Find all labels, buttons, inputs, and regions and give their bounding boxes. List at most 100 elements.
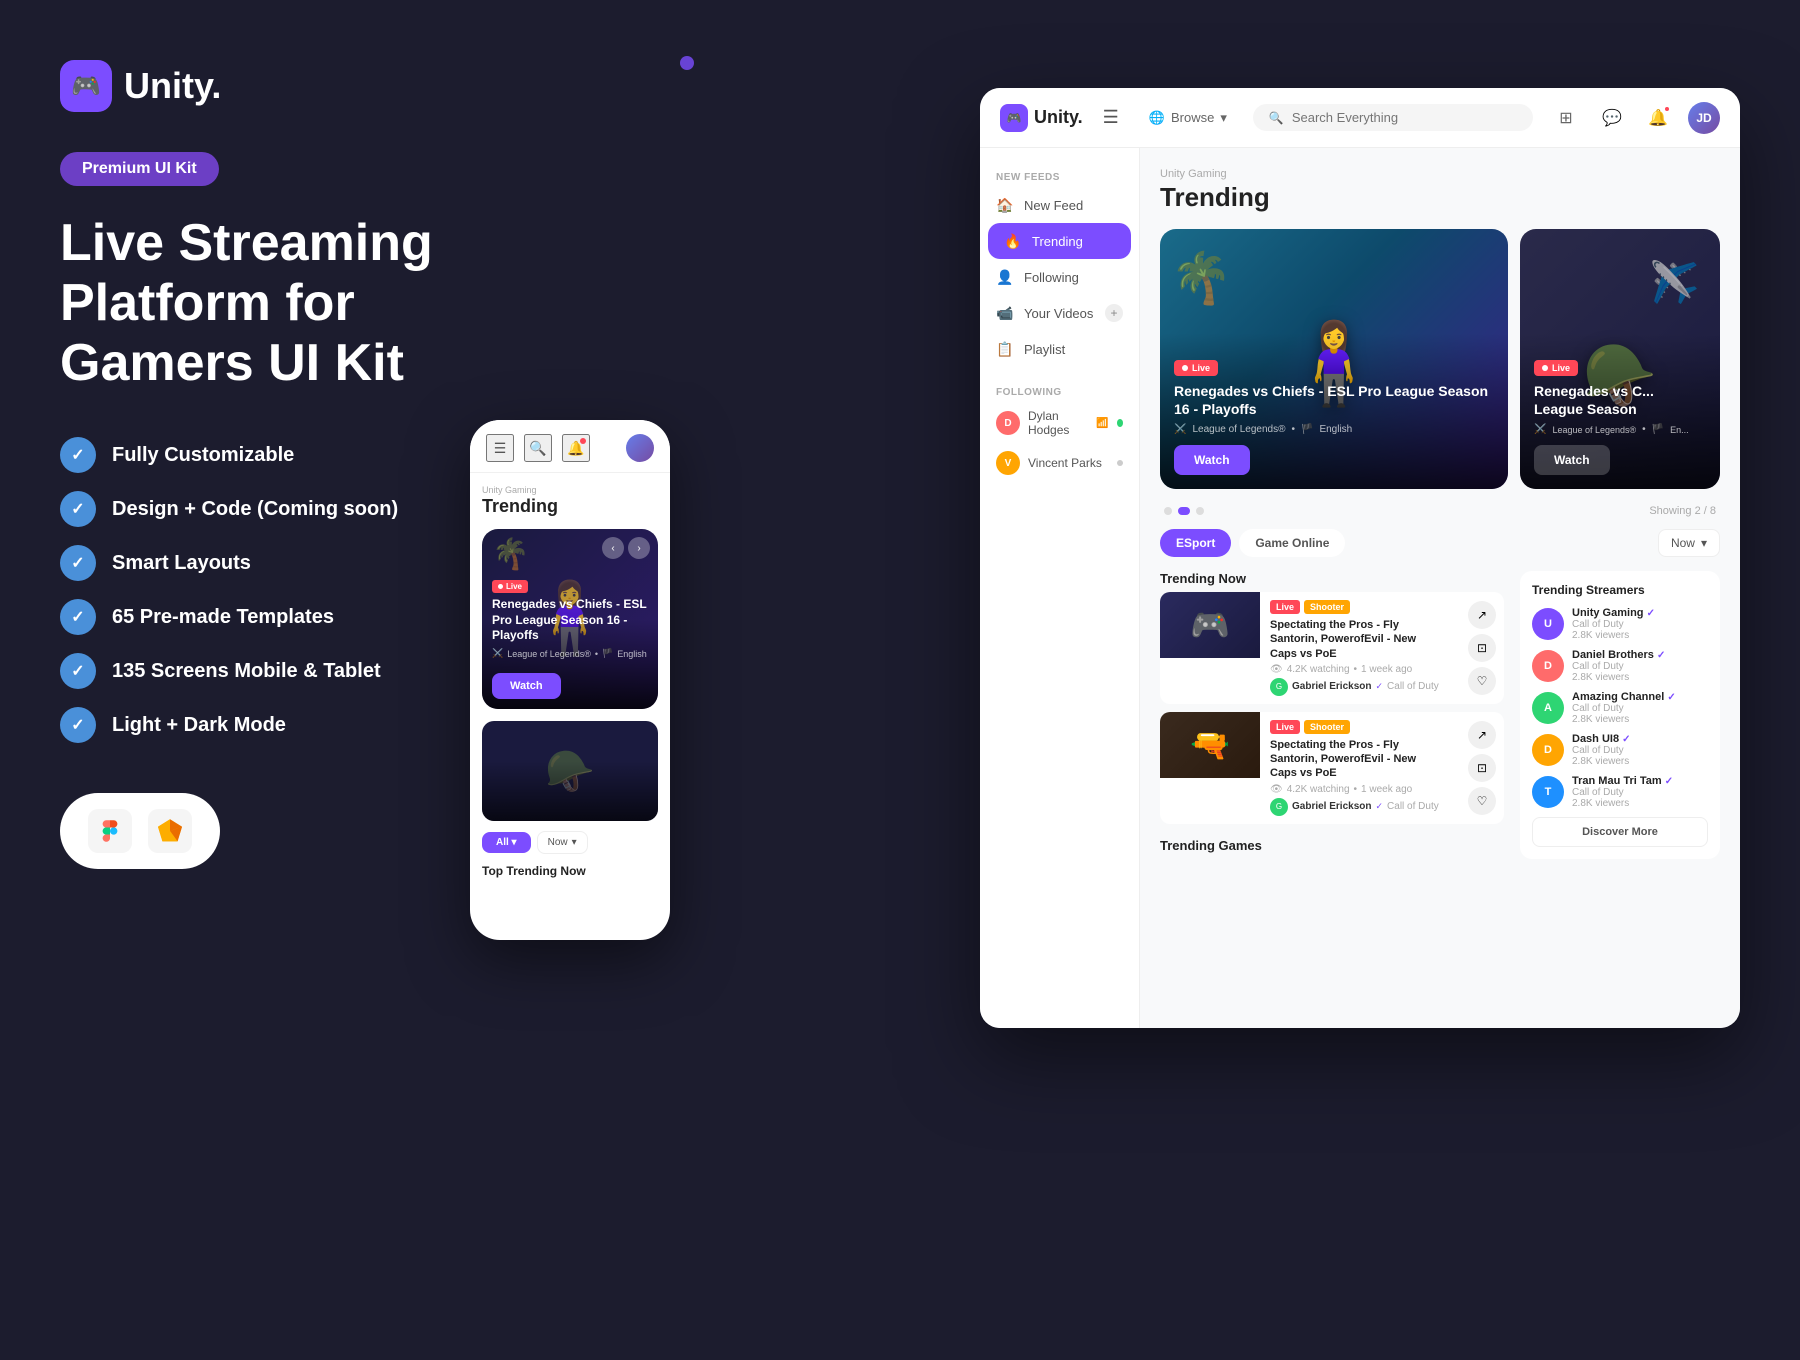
shooter-tag-2: Shooter <box>1304 720 1350 734</box>
app-logo-small: 🎮 Unity. <box>1000 104 1083 132</box>
mobile-prev-btn[interactable]: ‹ <box>602 537 624 559</box>
eye-icon-1: 👁 <box>1270 664 1283 675</box>
app-body: New Feeds 🏠 New Feed 🔥 Trending 👤 Follow… <box>980 148 1740 1028</box>
content-grid: Trending Now 🎮 Live Shooter <box>1160 571 1720 859</box>
trending-thumb-2: 🔫 <box>1160 712 1260 778</box>
streamer-row-2: G Gabriel Erickson ✓ Call of Duty <box>1270 798 1440 816</box>
streamer-1[interactable]: U Unity Gaming ✓ Call of Duty 2.8K viewe… <box>1532 607 1708 641</box>
feature-text-6: Light + Dark Mode <box>112 714 286 737</box>
streamer-name-tran: Tran Mau Tri Tam ✓ <box>1572 775 1708 787</box>
globe-icon: 🌐 <box>1149 110 1165 126</box>
hero-card-2[interactable]: ✈️ 🪖 Live Renegades vs C...League Season… <box>1520 229 1720 489</box>
main-content: Unity Gaming Trending 🌴 🧍‍♀️ Live Renega… <box>1140 148 1740 1028</box>
game-icon-1: ⚔️ <box>1174 424 1186 435</box>
hero-cards-container: 🌴 🧍‍♀️ Live Renegades vs Chiefs - ESL Pr… <box>1160 229 1720 489</box>
sidebar-item-your-videos[interactable]: 📹 Your Videos + <box>980 295 1139 331</box>
streamer-avatar-4: D <box>1532 734 1564 766</box>
mobile-hamburger[interactable]: ☰ <box>486 434 514 462</box>
mobile-watch-button[interactable]: Watch <box>492 673 561 699</box>
trending-item-content-2: Live Shooter Spectating the Pros - Fly S… <box>1270 712 1450 824</box>
home-icon: 🏠 <box>996 196 1014 214</box>
game-tag-2: Call of Duty <box>1387 801 1439 812</box>
filter-game-online[interactable]: Game Online <box>1239 529 1345 557</box>
sidebar-item-playlist[interactable]: 📋 Playlist <box>980 331 1139 367</box>
following-user-vincent[interactable]: V Vincent Parks <box>980 444 1139 482</box>
feature-item-4: ✓ 65 Pre-made Templates <box>60 599 480 635</box>
save-btn-2[interactable]: ⊡ <box>1468 754 1496 782</box>
main-headline: Live Streaming Platform for Gamers UI Ki… <box>60 214 480 393</box>
add-video-btn[interactable]: + <box>1105 304 1123 322</box>
trending-label-nav: Trending <box>1032 234 1083 249</box>
watch-button-1[interactable]: Watch <box>1174 445 1250 475</box>
sidebar-item-following[interactable]: 👤 Following <box>980 259 1139 295</box>
feature-text-4: 65 Pre-made Templates <box>112 606 334 629</box>
page-dot-3[interactable] <box>1196 507 1204 515</box>
save-btn-1[interactable]: ⊡ <box>1468 634 1496 662</box>
trending-item-1[interactable]: 🎮 Live Shooter Spectating the Pros - Fly… <box>1160 592 1504 704</box>
hero-card-title-2: Renegades vs C...League Season <box>1534 382 1706 418</box>
page-dot-1[interactable] <box>1164 507 1172 515</box>
mobile-hero-card[interactable]: 🧍‍♀️ 🌴 ‹ › Live Renegades vs Chiefs - ES… <box>482 529 658 709</box>
trending-games-label: Trending Games <box>1160 838 1504 853</box>
mobile-hero-content: Live Renegades vs Chiefs - ESL Pro Leagu… <box>482 566 658 709</box>
filter-esport[interactable]: ESport <box>1160 529 1231 557</box>
streamer-views-2: 2.8K viewers <box>1572 672 1708 683</box>
streamer-game-5: Call of Duty <box>1572 787 1708 798</box>
mobile-hero-title: Renegades vs Chiefs - ESL Pro League Sea… <box>492 597 648 644</box>
chat-button[interactable]: 💬 <box>1596 102 1628 134</box>
search-input[interactable] <box>1292 110 1517 125</box>
mobile-secondary-card[interactable]: 🪖 <box>482 721 658 821</box>
decorative-dot-1 <box>680 56 694 70</box>
streamer-name-1: Gabriel Erickson <box>1292 681 1371 692</box>
browse-button[interactable]: 🌐 Browse ▾ <box>1139 104 1237 132</box>
streamer-2[interactable]: D Daniel Brothers ✓ Call of Duty 2.8K vi… <box>1532 649 1708 683</box>
streamer-3[interactable]: A Amazing Channel ✓ Call of Duty 2.8K vi… <box>1532 691 1708 725</box>
discover-more-button[interactable]: Discover More <box>1532 817 1708 847</box>
notification-button[interactable]: 🔔 <box>1642 102 1674 134</box>
game-icon-2: ⚔️ <box>1534 424 1546 435</box>
following-user-dylan[interactable]: D Dylan Hodges 📶 <box>980 402 1139 444</box>
watch-button-2[interactable]: Watch <box>1534 445 1610 475</box>
share-btn-2[interactable]: ↗ <box>1468 721 1496 749</box>
feature-list: ✓ Fully Customizable ✓ Design + Code (Co… <box>60 437 480 743</box>
eye-icon-2: 👁 <box>1270 784 1283 795</box>
main-grid-left: Trending Now 🎮 Live Shooter <box>1160 571 1504 859</box>
streamers-section: Trending Streamers U Unity Gaming ✓ Call… <box>1520 571 1720 859</box>
pagination-row: Showing 2 / 8 <box>1160 505 1720 517</box>
check-icon-2: ✓ <box>60 491 96 527</box>
hamburger-button[interactable]: ☰ <box>1099 103 1123 132</box>
left-panel: 🎮 Unity. Premium UI Kit Live Streaming P… <box>60 60 480 869</box>
live-tag-2: Live <box>1270 720 1300 734</box>
videos-icon: 📹 <box>996 304 1014 322</box>
live-tag-1: Live <box>1270 600 1300 614</box>
mobile-filter-all[interactable]: All ▾ <box>482 832 531 853</box>
streamer-game-3: Call of Duty <box>1572 703 1708 714</box>
mobile-user-avatar[interactable] <box>626 434 654 462</box>
trending-item-2[interactable]: 🔫 Live Shooter Spectating the Pros - Fly… <box>1160 712 1504 824</box>
mobile-search-btn[interactable]: 🔍 <box>524 434 552 462</box>
streamer-5[interactable]: T Tran Mau Tri Tam ✓ Call of Duty 2.8K v… <box>1532 775 1708 809</box>
mobile-notification-btn[interactable]: 🔔 <box>562 434 590 462</box>
mobile-hero-meta: ⚔️ League of Legends® • 🏴 English <box>492 648 648 659</box>
sidebar-item-trending[interactable]: 🔥 Trending <box>988 223 1131 259</box>
mobile-filter-now[interactable]: Now ▾ <box>537 831 588 854</box>
live-dot-1 <box>1182 365 1188 371</box>
mobile-next-btn[interactable]: › <box>628 537 650 559</box>
user-avatar[interactable]: JD <box>1688 102 1720 134</box>
streamer-4[interactable]: D Dash UI8 ✓ Call of Duty 2.8K viewers <box>1532 733 1708 767</box>
trending-now-label: Trending Now <box>1160 571 1504 586</box>
hero-card-1[interactable]: 🌴 🧍‍♀️ Live Renegades vs Chiefs - ESL Pr… <box>1160 229 1508 489</box>
feature-item-5: ✓ 135 Screens Mobile & Tablet <box>60 653 480 689</box>
search-bar[interactable]: 🔍 <box>1253 104 1533 131</box>
mobile-section-title: Trending <box>482 496 658 517</box>
like-btn-1[interactable]: ♡ <box>1468 667 1496 695</box>
page-dot-2[interactable] <box>1178 507 1190 515</box>
add-button[interactable]: ⊞ <box>1550 102 1582 134</box>
trending-item-content-1: Live Shooter Spectating the Pros - Fly S… <box>1270 592 1450 704</box>
logo-area: 🎮 Unity. <box>60 60 480 112</box>
sidebar-item-new-feed[interactable]: 🏠 New Feed <box>980 187 1139 223</box>
filter-now-dropdown[interactable]: Now ▾ <box>1658 529 1720 557</box>
like-btn-2[interactable]: ♡ <box>1468 787 1496 815</box>
sketch-icon <box>148 809 192 853</box>
share-btn-1[interactable]: ↗ <box>1468 601 1496 629</box>
